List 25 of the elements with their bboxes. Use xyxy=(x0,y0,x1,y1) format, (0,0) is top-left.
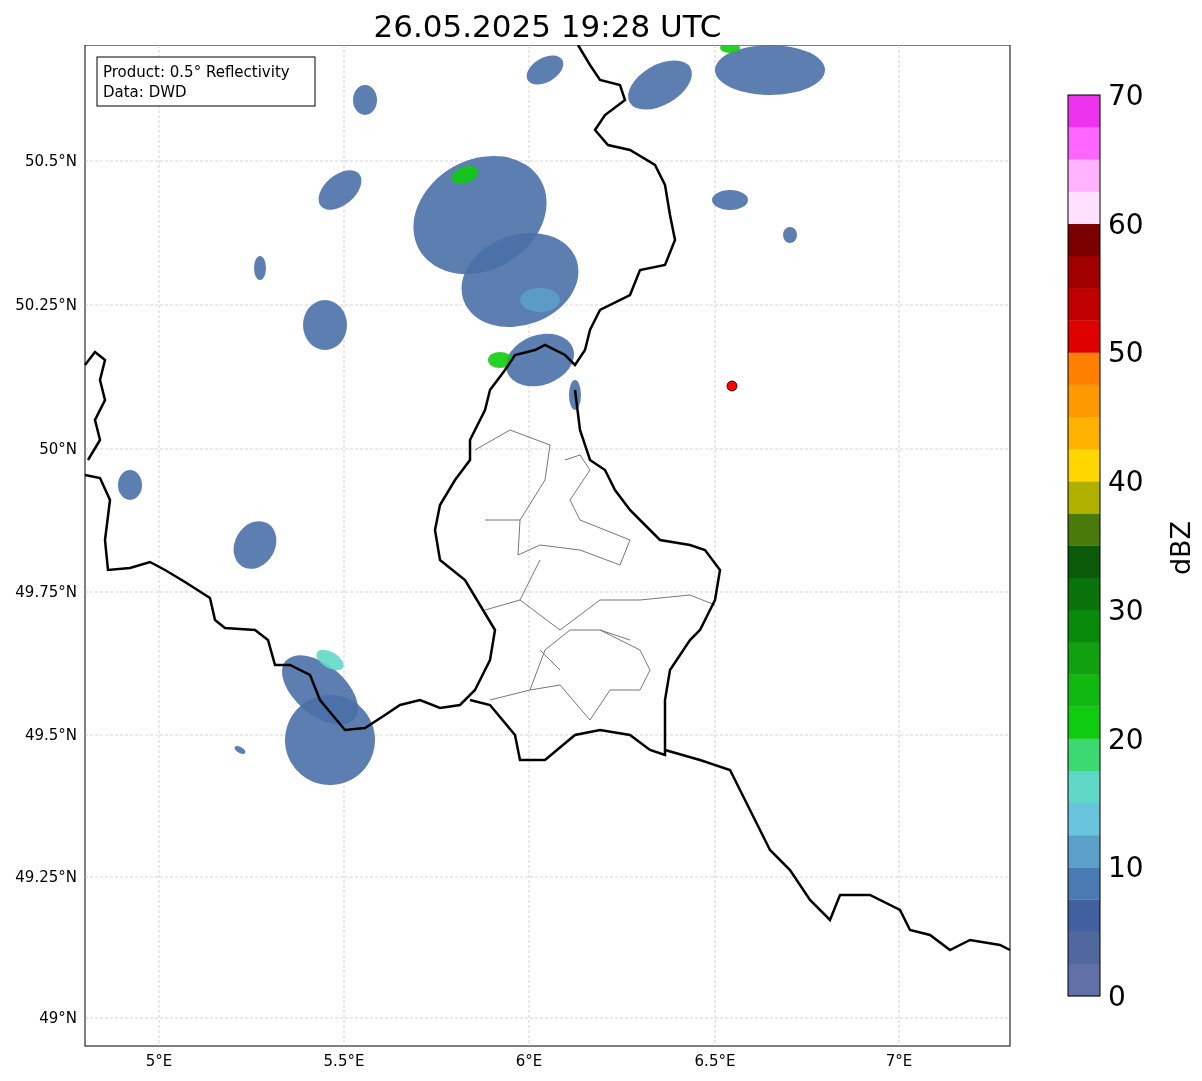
colorbar-tick-label: 30 xyxy=(1108,593,1144,627)
x-tick-label: 5.5°E xyxy=(323,1052,365,1070)
x-tick-label: 6°E xyxy=(515,1052,543,1070)
colorbar-tick-label: 20 xyxy=(1108,722,1144,756)
x-tick-label: 6.5°E xyxy=(694,1052,736,1070)
y-tick-label: 49.5°N xyxy=(24,726,77,744)
colorbar-tick-label: 40 xyxy=(1108,465,1144,499)
y-tick-label: 50°N xyxy=(39,440,77,458)
colorbar-tick-label: 50 xyxy=(1108,336,1144,370)
x-tick-label: 5°E xyxy=(145,1052,173,1070)
y-tick-label: 49.25°N xyxy=(15,868,77,886)
y-tick-label: 50.5°N xyxy=(24,152,77,170)
x-tick-label: 7°E xyxy=(885,1052,913,1070)
legend-text: Data: DWD xyxy=(103,83,187,101)
y-tick-label: 50.25°N xyxy=(15,296,77,314)
colorbar-tick-label: 70 xyxy=(1108,79,1144,112)
legend-text: Product: 0.5° Reflectivity xyxy=(103,63,290,81)
colorbar-label: dBZ xyxy=(1165,520,1196,576)
colorbar-tick-label: 60 xyxy=(1108,207,1144,241)
chart-title: 26.05.2025 19:28 UTC xyxy=(373,7,722,45)
y-tick-label: 49.75°N xyxy=(15,583,77,601)
radar-site-marker xyxy=(726,380,738,392)
colorbar-tick-label: 0 xyxy=(1108,980,1126,1013)
colorbar-tick-label: 10 xyxy=(1108,851,1144,885)
y-tick-label: 49°N xyxy=(39,1009,77,1027)
